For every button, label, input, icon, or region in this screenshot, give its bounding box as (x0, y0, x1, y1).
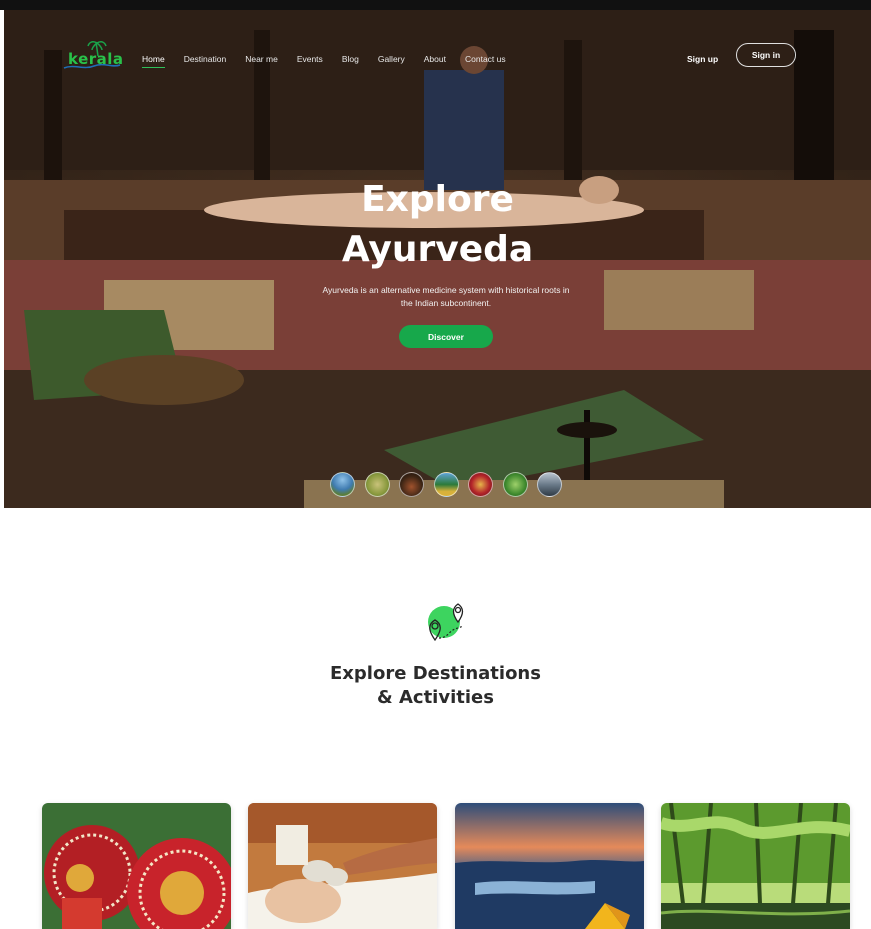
kerala-logo[interactable]: kerala (62, 40, 124, 72)
carousel-thumb-backwaters[interactable] (433, 472, 459, 497)
hill-lake-image (455, 803, 644, 929)
nav-link-destination[interactable]: Destination (184, 54, 227, 64)
section-title-line1: Explore Destinations (330, 663, 541, 684)
nav-link-blog[interactable]: Blog (342, 54, 359, 64)
destination-card-theyyam[interactable] (42, 803, 231, 929)
main-navigation: kerala Home Destination Near me Events B… (4, 40, 871, 80)
hero-title: Explore Ayurveda (4, 175, 871, 275)
section-title: Explore Destinations & Activities (0, 662, 871, 710)
nav-link-events[interactable]: Events (297, 54, 323, 64)
nav-link-home[interactable]: Home (142, 54, 165, 68)
theyyam-image (42, 803, 231, 929)
backwaters-image (661, 803, 850, 929)
top-bar (0, 0, 871, 10)
hero-title-line2: Ayurveda (341, 229, 534, 270)
nav-link-near-me[interactable]: Near me (245, 54, 278, 64)
ayurveda-massage-image (248, 803, 437, 929)
carousel-thumb-forest[interactable] (502, 472, 528, 497)
carousel-thumb-hills[interactable] (537, 472, 562, 497)
carousel-thumb-temple[interactable] (399, 472, 424, 497)
discover-button[interactable]: Discover (399, 325, 493, 348)
hero-carousel-thumbnails (330, 472, 572, 497)
nav-links: Home Destination Near me Events Blog Gal… (142, 54, 525, 68)
section-title-line2: & Activities (377, 687, 494, 708)
hero-title-line1: Explore (361, 179, 514, 220)
nav-link-about[interactable]: About (424, 54, 446, 64)
logo-text: kerala (68, 50, 124, 68)
carousel-thumb-tea-hills[interactable] (364, 472, 390, 497)
carousel-thumb-theyyam[interactable] (468, 472, 493, 497)
carousel-thumb-beach[interactable] (330, 472, 355, 497)
hero-subtitle: Ayurveda is an alternative medicine syst… (322, 285, 570, 308)
sign-up-button[interactable]: Sign up (687, 54, 718, 64)
map-pin-route-icon (428, 603, 464, 642)
destination-card-hill-lake[interactable] (455, 803, 644, 929)
sign-in-button[interactable]: Sign in (736, 43, 796, 67)
hero-banner: kerala Home Destination Near me Events B… (4, 10, 871, 508)
destination-card-ayurveda[interactable] (248, 803, 437, 929)
nav-link-gallery[interactable]: Gallery (378, 54, 405, 64)
destination-card-backwaters[interactable] (661, 803, 850, 929)
nav-link-contact-us[interactable]: Contact us (465, 54, 506, 64)
